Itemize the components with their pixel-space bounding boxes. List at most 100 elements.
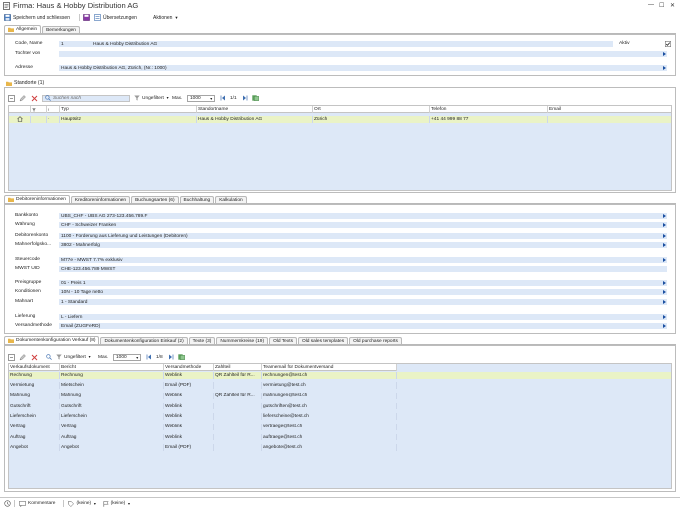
dunning-type-field[interactable]: 1 - Standard [59,299,667,305]
currency-field[interactable]: CHF - Schweizer Franken [59,222,667,228]
new-record-icon[interactable] [8,353,19,361]
tax-code-field[interactable]: M77e - MWST 7.7% exklusiv [59,257,667,263]
name-field[interactable]: Haus & Hobby Distribution AG [91,41,613,47]
vat-uid-value: CHE-123.456.789 MWST [61,266,116,272]
edit-icon[interactable] [19,353,31,361]
subsidiary-field[interactable] [59,51,667,57]
col-team-email[interactable]: Teamemail für Dokumentversand [262,364,397,371]
tab-doc-config-purchase[interactable]: Dokumentenkonfiguration Einkauf (2) [100,337,188,344]
price-group-field[interactable]: 01 - Preis 1 [59,280,667,286]
max-value: 1000 [116,354,127,360]
save-close-icon [4,14,11,21]
row-marker: · [47,116,60,123]
tab-texte[interactable]: Texte (3) [188,337,216,344]
debtor-account-value: 1100 - Forderung aus Lieferung und Leist… [61,233,188,239]
new-record-icon[interactable] [8,94,19,102]
export-icon[interactable] [252,95,262,101]
table-row[interactable]: · Hauptsitz Haus & Hobby Distribution AG… [9,116,671,123]
col-report[interactable]: Bericht [60,364,164,371]
col-toggle[interactable] [9,106,31,113]
actions-menu[interactable]: Aktionen ▼ [153,13,178,22]
filter-icon [32,107,36,112]
table-row[interactable]: Gutschrift Gutschrift Weblink gutschriften@… [9,402,671,410]
tab-allgemein[interactable]: Allgemein [4,25,42,33]
col-email[interactable]: Email [548,106,671,113]
tab-old-purchase-reports[interactable]: Old purchase reports [349,337,402,344]
tab-doc-config-sales[interactable]: Dokumentenkonfiguration Verkauf (8) [4,336,100,344]
save-close-button[interactable]: Speichern und schliessen [4,13,70,22]
delivery-field[interactable]: L - Liefern [59,314,667,320]
tab-label: Kreditoreninformationen [74,197,127,203]
flag-selector[interactable]: (keine) ▼ [103,500,131,507]
locations-grid: ! Typ Standortname Ort Telefon Email · H… [8,105,672,191]
debtor-account-field[interactable]: 1100 - Forderung aus Lieferung und Leist… [59,233,667,239]
tax-code-value: M77e - MWST 7.7% exklusiv [61,257,123,263]
locations-max-select[interactable]: 1000 ▼ [187,94,215,102]
table-row[interactable]: Angebot Angebot Email (PDF) angebote@test.c… [9,444,671,451]
last-page-icon[interactable] [242,95,252,101]
tab-kalkulation[interactable]: Kalkulation [215,196,247,203]
chevron-down-icon: ▼ [174,15,179,20]
col-phone[interactable]: Telefon [430,106,548,113]
bank-field[interactable]: UBS_CHF - UBS AG 273-123.456.789.F [59,213,667,219]
minimize-button[interactable]: — [648,2,654,8]
cell-shipping-method: Email (PDF) [164,444,214,451]
col-type[interactable]: Typ [60,106,197,113]
vat-uid-field[interactable]: CHE-123.456.789 MWST [59,266,667,272]
export-icon[interactable] [178,354,188,360]
save-icon [83,14,90,21]
tab-buchhaltung[interactable]: Buchhaltung [179,196,215,203]
toolbar: Speichern und schliessen Übersetzungen A… [0,12,680,23]
save-button[interactable] [83,13,90,22]
delete-icon[interactable] [31,354,42,361]
col-filter[interactable] [31,106,47,113]
col-phone-label: Telefon [431,107,447,112]
col-sales-document[interactable]: Verkaufsdokument [9,364,60,371]
dunning-success-field[interactable]: 3802 - Mahnerfolg [59,242,667,248]
locations-filter-button[interactable]: Ungefiltert ▼ [134,95,172,101]
docs-max-select[interactable]: 1000 ▼ [113,353,141,361]
table-row[interactable]: Lieferschein Lieferschein Weblink liefersch… [9,413,671,420]
table-row[interactable]: Mahnung Mahnung Weblink QR Zahlteil für R..… [9,392,671,400]
comments-button[interactable]: Kommentare [19,500,55,507]
delete-icon[interactable] [31,95,42,102]
folder-icon [6,81,12,86]
active-checkbox[interactable] [665,41,671,47]
cell-report: Rechnung [60,372,164,379]
tax-code-label: Steuercode [15,257,41,262]
first-page-icon[interactable] [220,95,230,101]
shipping-method-field[interactable]: Email (ZUGFeRD) [59,323,667,329]
translations-button[interactable]: Übersetzungen [94,13,137,22]
table-row[interactable]: Vermietung Mietschein Email (PDF) vermietun… [9,382,671,389]
col-flag[interactable]: ! [47,106,60,113]
tab-nummernkreise[interactable]: Nummernkreise (19) [216,337,269,344]
col-name[interactable]: Standortname [197,106,313,113]
col-city[interactable]: Ort [313,106,430,113]
cell-payment-slip [214,433,262,441]
conditions-field[interactable]: 10N - 10 Tage netto [59,289,667,295]
locations-search-input[interactable]: Suchen nach [42,94,130,102]
bank-value: UBS_CHF - UBS AG 273-123.456.789.F [61,213,148,219]
maximize-button[interactable]: ☐ [659,2,664,9]
history-icon[interactable] [4,500,14,507]
last-page-icon[interactable] [168,354,178,360]
address-field[interactable]: Haus & Hobby Distribution AG, Zürich, (N… [59,65,667,71]
table-row[interactable]: Rechnung Rechnung Weblink QR Zahlteil für R… [9,372,671,379]
locations-title: Standorte (1) [14,80,45,86]
tab-old-sales-templates[interactable]: Old sales templates [297,337,349,344]
edit-icon[interactable] [19,94,31,102]
close-button[interactable]: ✕ [670,2,675,9]
tab-kreditoreninformationen[interactable]: Kreditoreninformationen [70,196,131,203]
tab-debitoreninformationen[interactable]: Debitoreninformationen [4,195,70,203]
first-page-icon[interactable] [146,354,156,360]
col-payment-slip[interactable]: Zahlteil [214,364,262,371]
docs-filter-button[interactable]: Ungefiltert ▼ [56,354,98,360]
table-row[interactable]: Auftrag Auftrag Weblink auftraege@test.ch [9,433,671,441]
tab-old-texts[interactable]: Old Texts [269,337,297,344]
tag-selector[interactable]: (keine) ▼ [68,500,97,507]
col-shipping-method[interactable]: Versandmethode [164,364,214,371]
tab-buchungsarten[interactable]: Buchungsarten (6) [131,196,179,203]
search-icon[interactable] [46,354,56,360]
table-row[interactable]: Vertrag Vertrag Weblink vertraege@test.ch [9,423,671,430]
tab-bemerkungen[interactable]: Bemerkungen [42,26,80,33]
